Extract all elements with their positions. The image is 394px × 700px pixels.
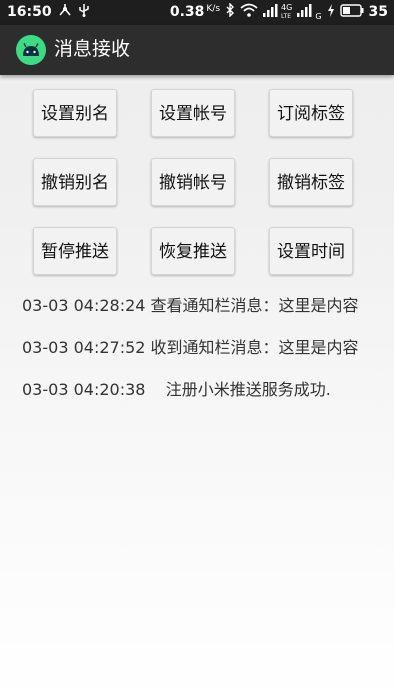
status-bar: 16:50 0.38 K/s 4G LTE G 35 bbox=[0, 0, 394, 25]
battery-level: 35 bbox=[368, 4, 388, 20]
bluetooth-icon bbox=[225, 2, 235, 21]
app-toolbar: 消息接收 bbox=[0, 25, 394, 75]
battery-icon bbox=[339, 3, 364, 21]
signal-icon-2 bbox=[297, 3, 313, 21]
log-line: 03-03 04:20:38 注册小米推送服务成功. bbox=[22, 380, 331, 399]
unset-alias-button[interactable]: 撤销别名 bbox=[33, 158, 117, 206]
set-account-button[interactable]: 设置帐号 bbox=[151, 89, 235, 137]
pause-push-button[interactable]: 暂停推送 bbox=[33, 227, 117, 275]
status-time: 16:50 bbox=[7, 4, 52, 20]
network-speed: 0.38 bbox=[169, 4, 205, 20]
net-type-4g: 4G LTE bbox=[281, 3, 292, 21]
signal-icon-1 bbox=[263, 3, 279, 21]
unsubscribe-tag-button[interactable]: 撤销标签 bbox=[269, 158, 353, 206]
set-time-button[interactable]: 设置时间 bbox=[269, 227, 353, 275]
net-4g-label: 4G bbox=[281, 3, 293, 12]
branch-icon bbox=[58, 3, 72, 21]
log-line: 03-03 04:27:52 收到通知栏消息：这里是内容 bbox=[22, 338, 359, 357]
net-g-label: G bbox=[315, 11, 322, 21]
subscribe-tag-button[interactable]: 订阅标签 bbox=[269, 89, 353, 137]
page-title: 消息接收 bbox=[54, 38, 131, 60]
speed-unit: K/s bbox=[206, 3, 221, 14]
set-alias-button[interactable]: 设置别名 bbox=[33, 89, 117, 137]
log-line: 03-03 04:28:24 查看通知栏消息：这里是内容 bbox=[22, 296, 359, 315]
net-lte-label: LTE bbox=[281, 13, 291, 20]
unset-account-button[interactable]: 撤销帐号 bbox=[151, 158, 235, 206]
wifi-icon bbox=[240, 3, 258, 21]
resume-push-button[interactable]: 恢复推送 bbox=[151, 227, 235, 275]
status-left: 16:50 bbox=[7, 3, 90, 21]
status-right: 0.38 K/s 4G LTE G 35 bbox=[169, 2, 388, 21]
android-icon bbox=[16, 35, 46, 65]
charging-icon bbox=[327, 3, 335, 21]
usb-icon bbox=[78, 3, 90, 21]
